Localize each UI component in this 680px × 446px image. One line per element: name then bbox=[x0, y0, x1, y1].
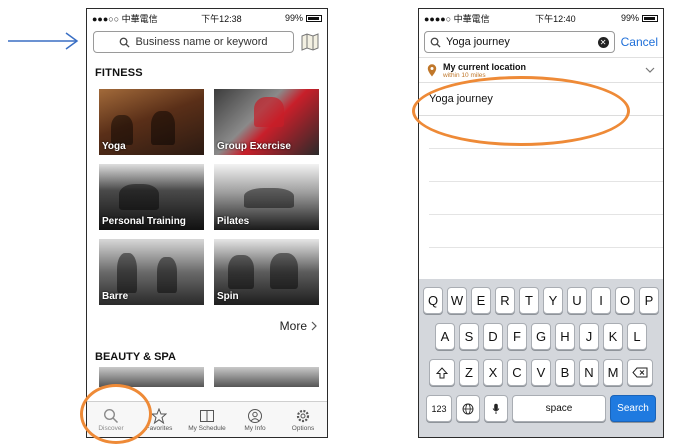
key-t[interactable]: T bbox=[519, 287, 539, 314]
space-key[interactable]: space bbox=[512, 395, 606, 422]
key-x[interactable]: X bbox=[483, 359, 503, 386]
clear-icon[interactable]: ✕ bbox=[597, 36, 609, 48]
tile-label: Yoga bbox=[102, 141, 126, 152]
beauty-tile[interactable] bbox=[214, 367, 319, 387]
key-c[interactable]: C bbox=[507, 359, 527, 386]
key-m[interactable]: M bbox=[603, 359, 623, 386]
key-n[interactable]: N bbox=[579, 359, 599, 386]
battery-percent: 99% bbox=[284, 13, 303, 23]
shift-key[interactable] bbox=[429, 359, 455, 386]
tile-label: Personal Training bbox=[102, 216, 186, 227]
key-o[interactable]: O bbox=[615, 287, 635, 314]
key-q[interactable]: Q bbox=[423, 287, 443, 314]
key-j[interactable]: J bbox=[579, 323, 599, 350]
search-icon bbox=[120, 37, 131, 48]
tile-barre[interactable]: Barre bbox=[99, 239, 204, 305]
key-u[interactable]: U bbox=[567, 287, 587, 314]
tile-personal-training[interactable]: Personal Training bbox=[99, 164, 204, 230]
key-e[interactable]: E bbox=[471, 287, 491, 314]
tile-label: Spin bbox=[217, 291, 239, 302]
carrier-label: ●●●●○ 中華電信 bbox=[424, 13, 490, 24]
tab-label: My Schedule bbox=[188, 424, 226, 432]
search-input[interactable]: Business name or keyword bbox=[93, 31, 294, 53]
status-time: 下午12:38 bbox=[201, 13, 242, 24]
beauty-spa-heading: BEAUTY & SPA bbox=[95, 351, 176, 363]
location-pin-icon bbox=[427, 63, 437, 76]
arrow-right-icon bbox=[8, 32, 79, 50]
tile-label: Pilates bbox=[217, 216, 250, 227]
star-icon bbox=[151, 407, 167, 424]
list-item bbox=[429, 182, 663, 215]
search-screen: ●●●●○ 中華電信 下午12:40 99% Yoga journey ✕ Ca… bbox=[418, 8, 664, 438]
battery-icon bbox=[305, 14, 322, 22]
tile-spin[interactable]: Spin bbox=[214, 239, 319, 305]
globe-icon bbox=[462, 403, 474, 414]
book-icon bbox=[200, 409, 214, 422]
tile-yoga[interactable]: Yoga bbox=[99, 89, 204, 155]
key-i[interactable]: I bbox=[591, 287, 611, 314]
tab-my-schedule[interactable]: My Schedule bbox=[183, 402, 231, 437]
highlight-discover-tab bbox=[80, 384, 152, 444]
key-y[interactable]: Y bbox=[543, 287, 563, 314]
tile-group-exercise[interactable]: Group Exercise bbox=[214, 89, 319, 155]
status-time: 下午12:40 bbox=[535, 13, 576, 24]
tab-my-info[interactable]: My Info bbox=[231, 402, 279, 437]
search-query: Yoga journey bbox=[446, 36, 510, 48]
fitness-heading: FITNESS bbox=[95, 67, 143, 79]
search-placeholder: Business name or keyword bbox=[135, 36, 268, 48]
key-g[interactable]: G bbox=[531, 323, 551, 350]
battery-icon bbox=[641, 14, 658, 22]
list-item bbox=[429, 215, 663, 248]
tile-pilates[interactable]: Pilates bbox=[214, 164, 319, 230]
highlight-suggestion bbox=[412, 76, 630, 146]
gear-icon bbox=[296, 409, 310, 422]
discover-screen: ●●●○○ 中華電信 下午12:38 99% Business name or … bbox=[86, 8, 328, 438]
tile-label: Group Exercise bbox=[217, 141, 291, 152]
keyboard: Q W E R T Y U I O P A S D F G H J K L Z … bbox=[419, 279, 663, 437]
key-b[interactable]: B bbox=[555, 359, 575, 386]
key-p[interactable]: P bbox=[639, 287, 659, 314]
shift-icon bbox=[436, 366, 448, 378]
person-icon bbox=[248, 408, 262, 423]
key-l[interactable]: L bbox=[627, 323, 647, 350]
key-d[interactable]: D bbox=[483, 323, 503, 350]
tab-label: Options bbox=[291, 424, 315, 432]
key-k[interactable]: K bbox=[603, 323, 623, 350]
search-input[interactable]: Yoga journey ✕ bbox=[424, 31, 615, 53]
dictation-key[interactable] bbox=[484, 395, 508, 422]
key-w[interactable]: W bbox=[447, 287, 467, 314]
map-button[interactable] bbox=[299, 31, 321, 53]
search-key[interactable]: Search bbox=[610, 395, 656, 422]
tab-label: Favorites bbox=[145, 424, 173, 432]
mic-icon bbox=[492, 403, 500, 414]
tile-label: Barre bbox=[102, 291, 129, 302]
key-a[interactable]: A bbox=[435, 323, 455, 350]
tab-options[interactable]: Options bbox=[279, 402, 327, 437]
chevron-down-icon bbox=[645, 67, 655, 73]
tab-label: My Info bbox=[244, 424, 266, 432]
status-bar: ●●●●○ 中華電信 下午12:40 99% bbox=[419, 9, 663, 27]
key-v[interactable]: V bbox=[531, 359, 551, 386]
battery-percent: 99% bbox=[620, 13, 639, 23]
numbers-key[interactable]: 123 bbox=[426, 395, 452, 422]
globe-key[interactable] bbox=[456, 395, 480, 422]
map-icon bbox=[301, 33, 319, 51]
more-link[interactable]: More bbox=[87, 305, 327, 339]
key-z[interactable]: Z bbox=[459, 359, 479, 386]
backspace-key[interactable] bbox=[627, 359, 653, 386]
key-s[interactable]: S bbox=[459, 323, 479, 350]
fitness-tiles: Yoga Group Exercise Personal Training Pi… bbox=[87, 85, 327, 305]
location-title: My current location bbox=[443, 61, 527, 72]
search-icon bbox=[430, 37, 441, 48]
carrier-label: ●●●○○ 中華電信 bbox=[92, 13, 158, 24]
key-f[interactable]: F bbox=[507, 323, 527, 350]
status-bar: ●●●○○ 中華電信 下午12:38 99% bbox=[87, 9, 327, 27]
chevron-right-icon bbox=[311, 321, 317, 331]
list-item bbox=[429, 149, 663, 182]
more-label: More bbox=[279, 319, 307, 333]
backspace-icon bbox=[632, 367, 648, 378]
key-r[interactable]: R bbox=[495, 287, 515, 314]
key-h[interactable]: H bbox=[555, 323, 575, 350]
cancel-button[interactable]: Cancel bbox=[621, 35, 658, 49]
